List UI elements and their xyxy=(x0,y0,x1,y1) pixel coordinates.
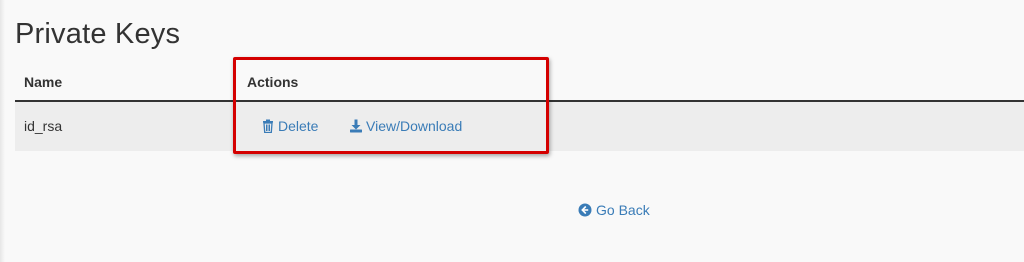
key-name-cell: id_rsa xyxy=(24,118,63,134)
delete-label: Delete xyxy=(278,118,319,134)
left-border-shadow xyxy=(0,0,5,262)
table-header: Name Actions xyxy=(15,62,1024,102)
delete-key-link[interactable]: Delete xyxy=(261,118,318,134)
view-download-label: View/Download xyxy=(366,118,463,134)
go-back-label: Go Back xyxy=(596,202,650,218)
page-title: Private Keys xyxy=(15,18,181,50)
go-back-link[interactable]: Go Back xyxy=(578,202,650,218)
trash-icon xyxy=(261,119,275,133)
private-keys-table: Name Actions id_rsa Delete View/Download xyxy=(15,62,1024,151)
column-header-actions: Actions xyxy=(247,74,299,90)
download-icon xyxy=(349,119,363,133)
arrow-circle-left-icon xyxy=(578,203,592,217)
table-row: id_rsa Delete View/Download xyxy=(15,102,1024,151)
column-header-name: Name xyxy=(24,74,63,90)
view-download-link[interactable]: View/Download xyxy=(349,118,462,134)
